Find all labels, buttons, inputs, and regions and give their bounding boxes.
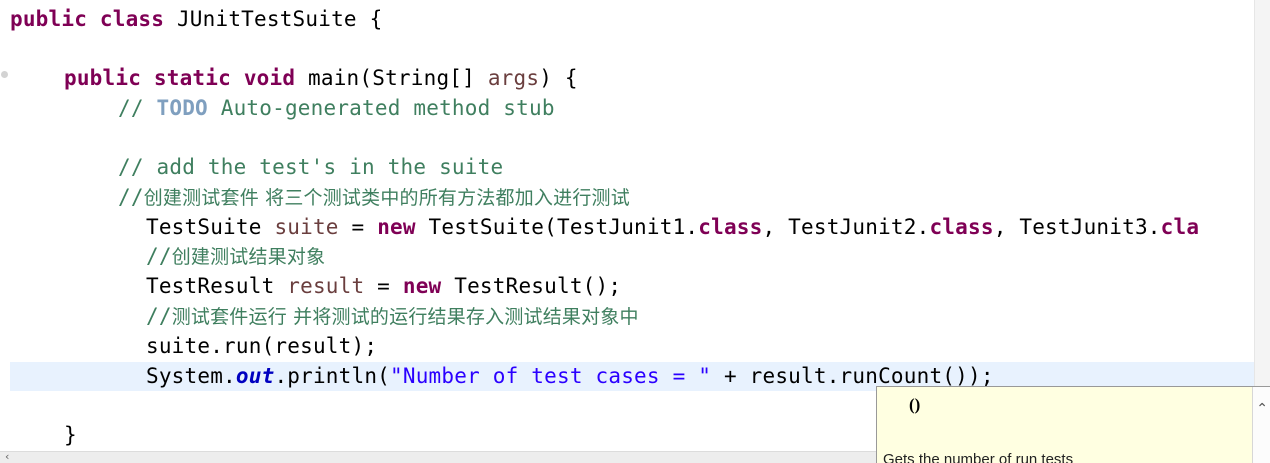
code-line-cjk-comment: //测试套件运行 并将测试的运行结果存入测试结果对象中 [146, 304, 639, 328]
code-line-comment: // add the test's in the suite [118, 155, 504, 179]
horizontal-scrollbar[interactable]: ‹ [0, 450, 880, 463]
code-line-todo-comment: // TODO Auto-generated method stub [118, 96, 555, 120]
code-line-testresult: TestResult result = new TestResult(); [146, 274, 622, 298]
chevron-left-icon[interactable]: ‹ [5, 450, 9, 463]
code-line-cjk-comment: //创建测试套件 将三个测试类中的所有方法都加入进行测试 [118, 185, 630, 209]
code-line-closing-brace: } [64, 423, 77, 447]
code-line-main-declaration: public static void main(String[] args) { [64, 66, 578, 90]
code-line-cjk-comment: //创建测试结果对象 [146, 244, 326, 268]
popup-scrollbar[interactable]: ⌃ [1252, 387, 1270, 463]
fold-marker-icon[interactable] [1, 71, 8, 78]
code-line-println: System.out.println("Number of test cases… [146, 364, 994, 388]
chevron-up-icon[interactable]: ⌃ [1256, 401, 1268, 417]
code-line-class-declaration: public class JUnitTestSuite { [10, 7, 383, 31]
code-line-suite-run: suite.run(result); [146, 334, 378, 358]
code-line-testsuite: TestSuite suite = new TestSuite(TestJuni… [146, 215, 1200, 239]
popup-method-signature: () [909, 395, 921, 414]
content-assist-popup[interactable]: () Gets the number of run tests ⌃ [876, 386, 1270, 463]
popup-javadoc: Gets the number of run tests [883, 451, 1074, 463]
